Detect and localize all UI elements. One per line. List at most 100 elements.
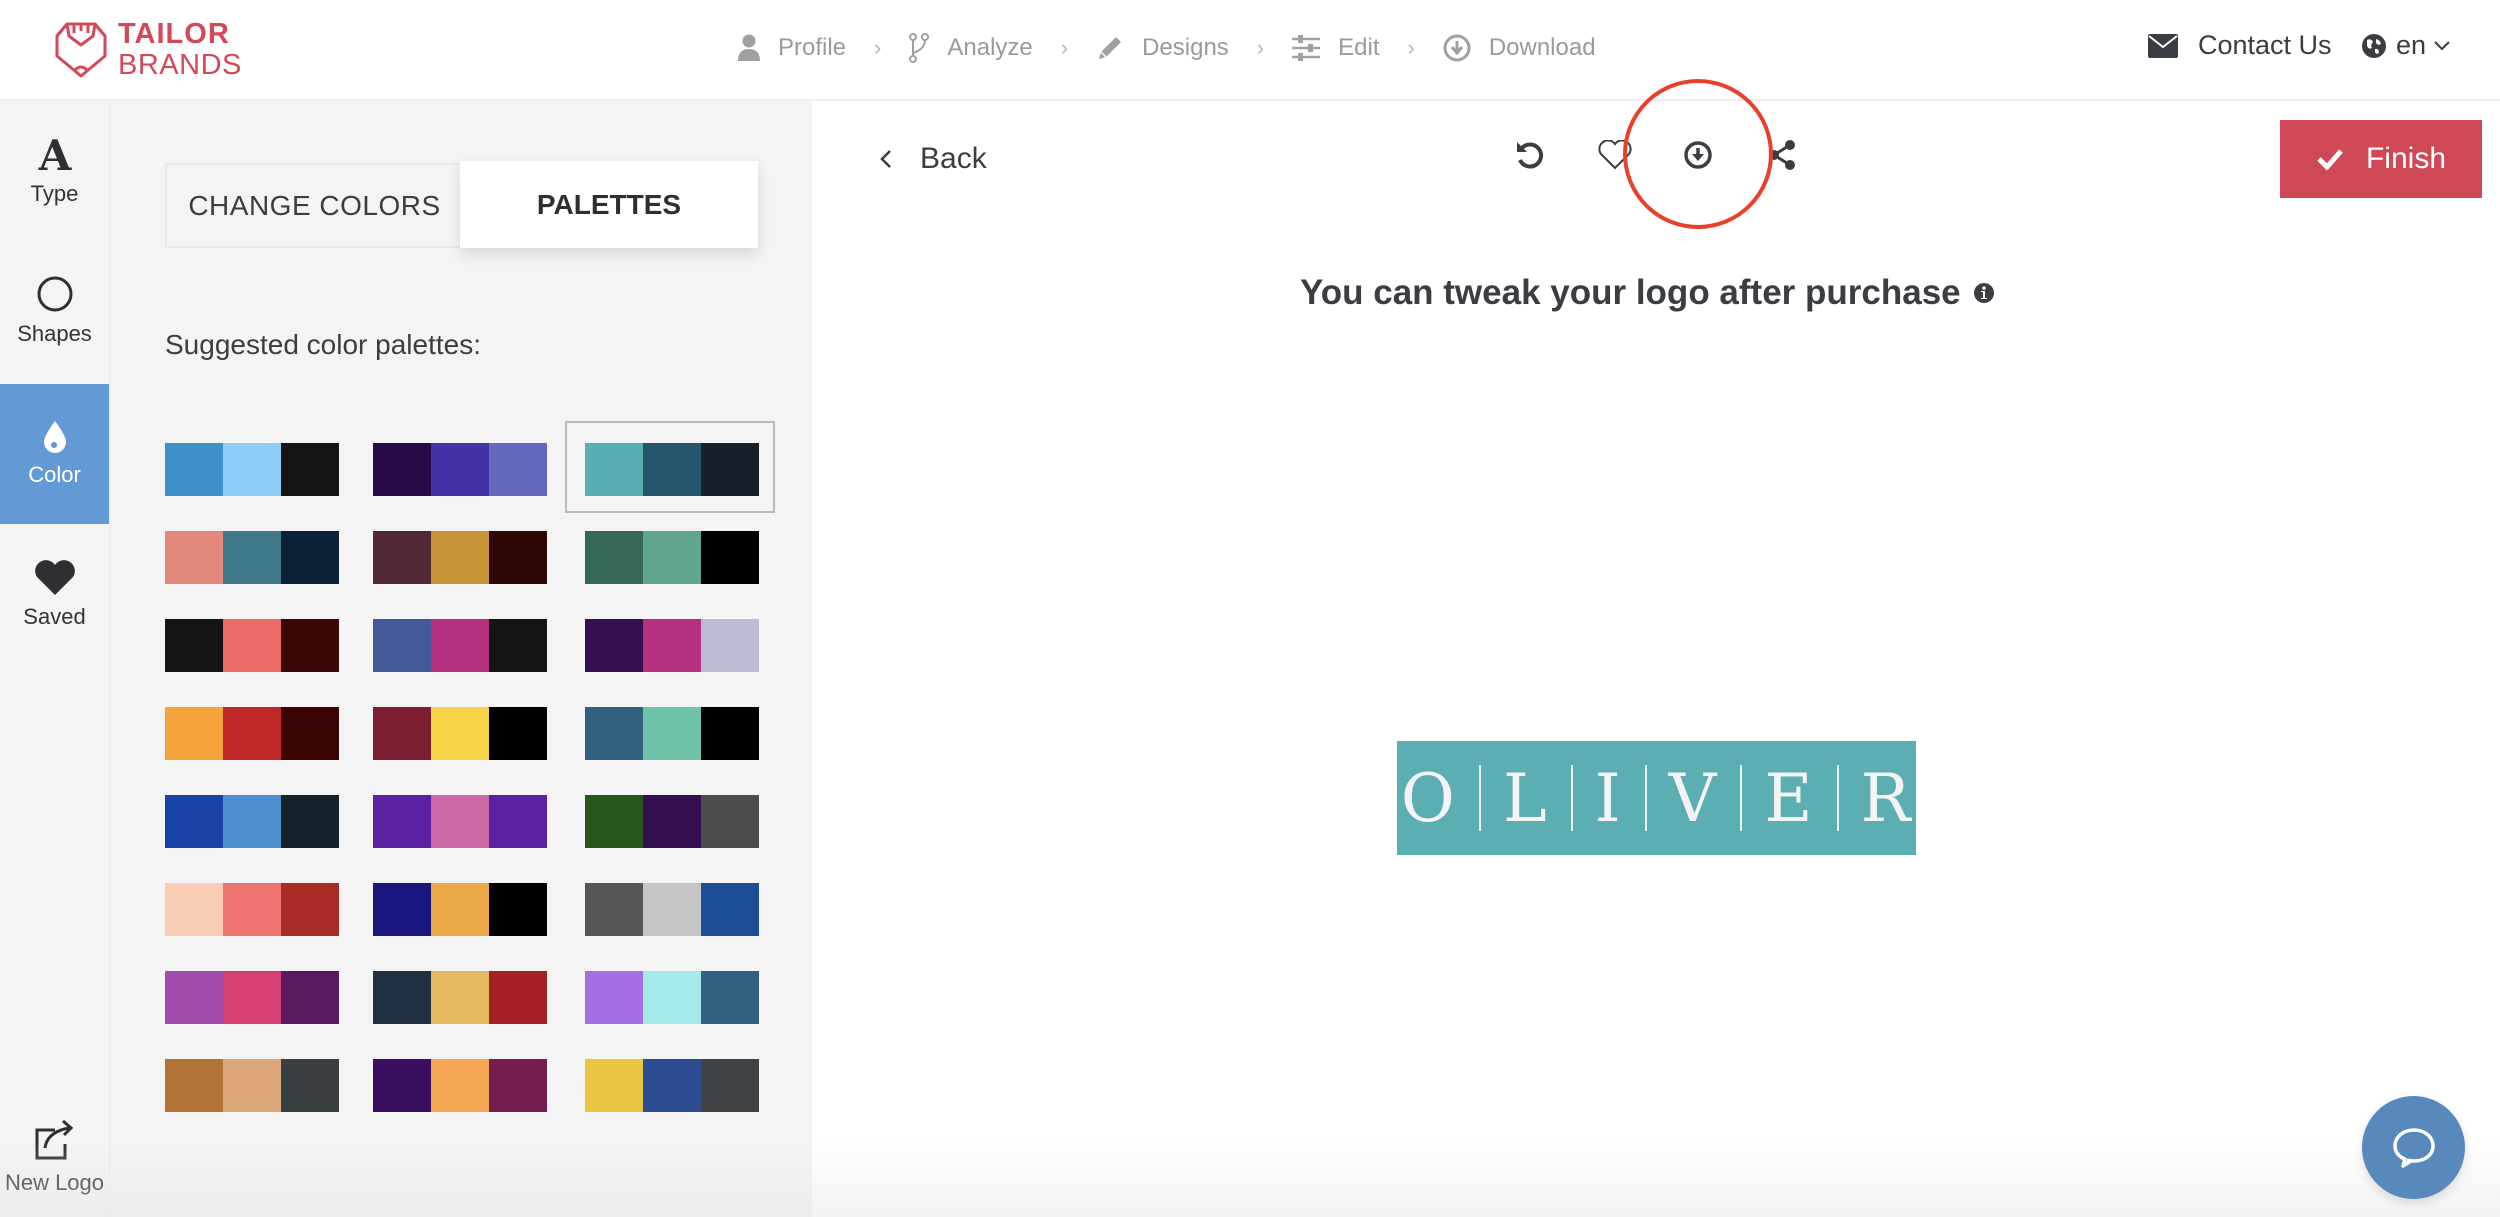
palette-swatch <box>373 707 431 760</box>
palette-swatch <box>585 883 643 936</box>
sidebar-item-shapes[interactable]: Shapes <box>0 241 109 381</box>
pencil-icon <box>1099 37 1122 59</box>
step-analyze[interactable]: Analyze <box>909 33 1033 63</box>
step-designs[interactable]: Designs <box>1096 34 1229 62</box>
logo-letter: E <box>1764 759 1815 837</box>
logo-preview[interactable]: OLIVER <box>1397 741 1916 855</box>
palette-option[interactable] <box>165 795 339 848</box>
tweak-notice-text: You can tweak your logo after purchase <box>1300 273 1961 312</box>
palette-option[interactable] <box>373 619 547 672</box>
sidebar-item-type[interactable]: A Type <box>0 101 109 241</box>
droplet-icon <box>43 421 66 453</box>
palette-option[interactable] <box>585 619 759 672</box>
step-profile[interactable]: Profile <box>738 34 846 62</box>
palette-swatch <box>373 883 431 936</box>
undo-button[interactable] <box>1512 137 1548 173</box>
logo-letter: O <box>1400 759 1457 837</box>
palette-option[interactable] <box>165 707 339 760</box>
sidebar-item-new-logo[interactable]: New Logo <box>0 1097 109 1217</box>
logo-letter: I <box>1594 759 1623 837</box>
top-header: TAILOR BRANDS Profile › Analyze › Design… <box>0 0 2500 101</box>
sidebar-item-color[interactable]: Color <box>0 384 109 524</box>
step-download[interactable]: Download <box>1443 34 1596 62</box>
download-button[interactable] <box>1680 137 1716 173</box>
palette-swatch <box>585 443 643 496</box>
finish-button[interactable]: Finish <box>2280 120 2482 198</box>
palette-swatch <box>643 883 701 936</box>
palette-option[interactable] <box>585 883 759 936</box>
palette-swatch <box>223 1059 281 1112</box>
language-selector[interactable]: en <box>2362 30 2450 61</box>
palette-option[interactable] <box>373 707 547 760</box>
palette-swatch <box>489 443 547 496</box>
palette-swatch <box>489 619 547 672</box>
brand-line2: BRANDS <box>118 49 242 81</box>
sliders-icon <box>1292 35 1321 61</box>
palette-option[interactable] <box>373 795 547 848</box>
palette-swatch <box>643 443 701 496</box>
info-icon[interactable] <box>1973 282 1995 304</box>
palette-swatch <box>165 707 223 760</box>
chevron-left-icon <box>880 150 891 168</box>
step-separator: › <box>1256 35 1265 60</box>
palette-swatch <box>585 531 643 584</box>
step-label: Download <box>1488 34 1596 61</box>
palette-swatch <box>165 531 223 584</box>
palette-option[interactable] <box>165 1059 339 1112</box>
palette-option[interactable] <box>585 795 759 848</box>
palette-swatch <box>281 619 339 672</box>
tab-change-colors[interactable]: CHANGE COLORS <box>167 165 462 246</box>
palette-swatch <box>701 707 759 760</box>
palette-swatch <box>281 795 339 848</box>
svg-text:A: A <box>37 135 72 173</box>
heart-icon <box>34 560 75 595</box>
palette-swatch <box>223 883 281 936</box>
step-label: Analyze <box>947 34 1033 61</box>
logo-divider <box>1740 765 1743 831</box>
brand-logo[interactable]: TAILOR BRANDS <box>54 20 242 80</box>
palette-option[interactable] <box>165 443 339 496</box>
chevron-down-icon <box>2434 40 2450 50</box>
save-favorite-button[interactable] <box>1597 137 1633 173</box>
tool-sidebar: A Type Shapes Color Saved New Logo <box>0 101 110 1217</box>
palette-option[interactable] <box>585 443 759 496</box>
palette-swatch <box>643 971 701 1024</box>
palette-swatch <box>165 1059 223 1112</box>
palette-swatch <box>701 795 759 848</box>
share-button[interactable] <box>1764 137 1800 173</box>
palette-option[interactable] <box>373 531 547 584</box>
palette-option[interactable] <box>165 619 339 672</box>
palette-option[interactable] <box>165 531 339 584</box>
globe-icon <box>2362 33 2386 58</box>
palette-swatch <box>223 971 281 1024</box>
palette-option[interactable] <box>165 971 339 1024</box>
contact-us-link[interactable]: Contact Us <box>2148 30 2332 61</box>
step-separator: › <box>1060 35 1069 60</box>
chat-bubble-icon <box>2392 1127 2435 1168</box>
palette-option[interactable] <box>585 971 759 1024</box>
envelope-icon <box>2148 33 2178 58</box>
step-edit[interactable]: Edit <box>1292 34 1379 62</box>
palette-option[interactable] <box>585 1059 759 1112</box>
palette-swatch <box>431 443 489 496</box>
palette-option[interactable] <box>373 1059 547 1112</box>
palette-swatch <box>643 619 701 672</box>
palette-option[interactable] <box>373 443 547 496</box>
palette-option[interactable] <box>373 971 547 1024</box>
palette-swatch <box>489 971 547 1024</box>
tab-palettes[interactable]: PALETTES <box>460 161 758 248</box>
type-icon: A <box>37 135 72 173</box>
export-icon <box>35 1119 73 1160</box>
palette-swatch <box>223 707 281 760</box>
palette-swatch <box>701 531 759 584</box>
sidebar-item-saved[interactable]: Saved <box>0 525 109 665</box>
palette-option[interactable] <box>585 707 759 760</box>
palette-option[interactable] <box>165 883 339 936</box>
logo-letter: V <box>1668 759 1719 837</box>
palette-swatch <box>431 707 489 760</box>
palette-swatch <box>223 531 281 584</box>
back-button[interactable]: Back <box>880 142 987 176</box>
palette-option[interactable] <box>373 883 547 936</box>
palette-option[interactable] <box>585 531 759 584</box>
chat-support-button[interactable] <box>2362 1096 2465 1199</box>
